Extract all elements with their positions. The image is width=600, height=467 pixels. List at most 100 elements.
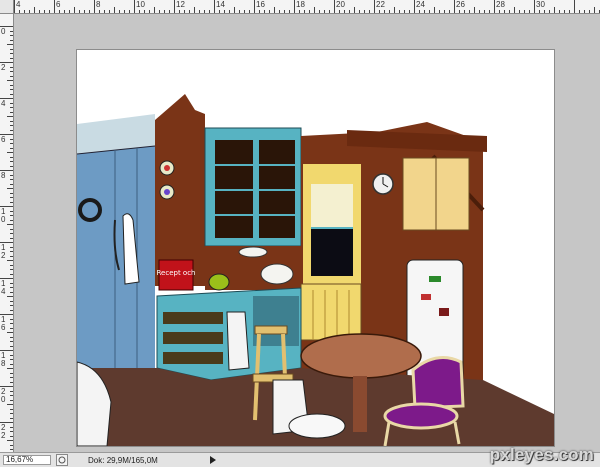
ruler-tick	[129, 10, 130, 13]
ruler-tick	[174, 0, 175, 13]
ruler-tick	[10, 192, 13, 194]
ruler-tick	[429, 10, 430, 13]
ruler-tick	[10, 345, 13, 347]
ruler-tick	[229, 10, 230, 13]
ruler-tick	[549, 10, 550, 13]
ruler-tick	[10, 237, 13, 239]
ruler-tick	[519, 10, 520, 13]
ruler-origin[interactable]	[0, 0, 14, 14]
ruler-tick	[10, 336, 13, 338]
ruler-tick	[10, 354, 13, 356]
ruler-tick	[279, 10, 280, 13]
ruler-tick	[304, 10, 305, 13]
ruler-tick	[10, 210, 13, 212]
ruler-tick	[574, 0, 575, 13]
image-canvas[interactable]: Recept och	[77, 50, 554, 446]
zoom-level-field[interactable]: 16,67%	[3, 455, 51, 465]
ruler-tick	[559, 10, 560, 13]
site-watermark: pxleyes.com	[489, 445, 594, 464]
status-menu-arrow-icon[interactable]	[208, 455, 218, 465]
ruler-tick	[514, 7, 515, 13]
ruler-tick	[124, 10, 125, 13]
ruler-tick	[534, 0, 535, 13]
ruler-tick	[10, 327, 13, 329]
ruler-tick	[10, 102, 13, 104]
ruler-tick	[219, 10, 220, 13]
ruler-tick	[469, 10, 470, 13]
ruler-tick	[584, 10, 585, 13]
ruler-tick	[474, 7, 475, 13]
ruler-tick	[499, 10, 500, 13]
ruler-tick	[10, 156, 13, 158]
ruler-label: 16	[1, 315, 6, 332]
ruler-label: 30	[536, 0, 545, 9]
ruler-label: 22	[376, 0, 385, 9]
ruler-tick	[10, 287, 13, 288]
ruler-tick	[344, 10, 345, 13]
ruler-label: 16	[256, 0, 265, 9]
ruler-tick	[94, 0, 95, 13]
ruler-tick	[434, 7, 435, 13]
ruler-tick	[10, 309, 13, 311]
ruler-tick	[10, 273, 13, 275]
ruler-tick	[319, 10, 320, 13]
vertical-ruler[interactable]: 0 2 4 6 8 10 12 14 16 18 20 22	[0, 14, 14, 452]
ruler-tick	[494, 0, 495, 13]
ruler-tick	[34, 7, 35, 13]
ruler-tick	[10, 143, 13, 144]
ruler-tick	[524, 10, 525, 13]
ruler-tick	[169, 10, 170, 13]
ruler-tick	[349, 10, 350, 13]
ruler-tick	[10, 138, 13, 140]
ruler-tick	[289, 10, 290, 13]
ruler-tick	[384, 10, 385, 13]
ruler-tick	[409, 10, 410, 13]
ruler-tick	[464, 10, 465, 13]
ruler-tick	[10, 120, 13, 122]
ruler-tick	[10, 417, 13, 419]
ruler-tick	[244, 10, 245, 13]
ruler-tick	[10, 449, 13, 450]
doc-size: 29,9M/165,0M	[106, 456, 158, 465]
ruler-tick	[7, 368, 13, 369]
ruler-tick	[7, 152, 13, 153]
ruler-tick	[224, 10, 225, 13]
ruler-tick	[334, 0, 335, 13]
ruler-tick	[59, 10, 60, 13]
ruler-tick	[79, 10, 80, 13]
ruler-tick	[10, 125, 13, 126]
ruler-tick	[39, 10, 40, 13]
ruler-tick	[10, 377, 13, 378]
ruler-tick	[444, 10, 445, 13]
ruler-tick	[14, 0, 15, 13]
ruler-label: 6	[1, 135, 6, 144]
ruler-tick	[10, 71, 13, 72]
ruler-tick	[10, 84, 13, 86]
ruler-tick	[64, 10, 65, 13]
document-status-icon[interactable]	[56, 454, 68, 466]
ruler-tick	[10, 129, 13, 131]
ruler-tick	[539, 10, 540, 13]
ruler-tick	[7, 80, 13, 81]
ruler-label: 24	[416, 0, 425, 9]
horizontal-ruler[interactable]: 4 6 8 10 12 14 16 18 20 22 24 26 28 30	[0, 0, 600, 14]
ruler-label: 26	[456, 0, 465, 9]
ruler-tick	[489, 10, 490, 13]
ruler-tick	[10, 300, 13, 302]
ruler-label: 20	[1, 387, 6, 404]
ruler-tick	[594, 7, 595, 13]
ruler-tick	[10, 318, 13, 320]
ruler-tick	[7, 332, 13, 333]
ruler-tick	[10, 399, 13, 401]
ruler-label: 6	[56, 0, 61, 9]
ruler-tick	[29, 10, 30, 13]
ruler-tick	[74, 7, 75, 13]
ruler-tick	[10, 219, 13, 221]
ruler-label: 4	[1, 99, 6, 108]
ruler-label: 4	[16, 0, 21, 9]
ruler-tick	[10, 255, 13, 257]
ruler-tick	[54, 0, 55, 13]
ruler-tick	[10, 107, 13, 108]
ruler-tick	[564, 10, 565, 13]
ruler-tick	[199, 10, 200, 13]
